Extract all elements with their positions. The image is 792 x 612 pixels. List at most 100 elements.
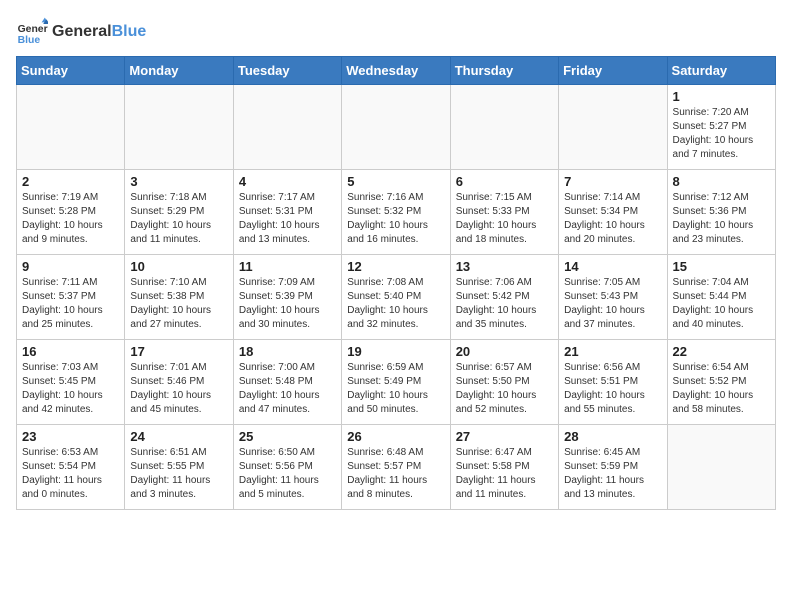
weekday-header-wednesday: Wednesday [342, 57, 450, 85]
day-number: 9 [22, 259, 119, 274]
calendar-cell: 28 Sunrise: 6:45 AM Sunset: 5:59 PM Dayli… [559, 425, 667, 510]
day-number: 10 [130, 259, 227, 274]
day-number: 11 [239, 259, 336, 274]
calendar-cell: 4 Sunrise: 7:17 AM Sunset: 5:31 PM Daylig… [233, 170, 341, 255]
calendar-cell: 11 Sunrise: 7:09 AM Sunset: 5:39 PM Dayli… [233, 255, 341, 340]
day-info: Sunrise: 7:10 AM Sunset: 5:38 PM Dayligh… [130, 276, 227, 332]
day-number: 22 [673, 344, 770, 359]
day-info: Sunrise: 6:51 AM Sunset: 5:55 PM Dayligh… [130, 446, 227, 502]
calendar-cell: 17 Sunrise: 7:01 AM Sunset: 5:46 PM Dayli… [125, 340, 233, 425]
calendar-cell: 18 Sunrise: 7:00 AM Sunset: 5:48 PM Dayli… [233, 340, 341, 425]
day-number: 3 [130, 174, 227, 189]
day-number: 17 [130, 344, 227, 359]
calendar-table: SundayMondayTuesdayWednesdayThursdayFrid… [16, 56, 776, 510]
logo-icon: General Blue [16, 16, 48, 48]
day-info: Sunrise: 7:12 AM Sunset: 5:36 PM Dayligh… [673, 191, 770, 247]
week-row-0: 1 Sunrise: 7:20 AM Sunset: 5:27 PM Daylig… [17, 85, 776, 170]
day-info: Sunrise: 7:04 AM Sunset: 5:44 PM Dayligh… [673, 276, 770, 332]
day-info: Sunrise: 7:05 AM Sunset: 5:43 PM Dayligh… [564, 276, 661, 332]
calendar-cell: 3Sunrise: 7:18 AM Sunset: 5:29 PM Daylig… [125, 170, 233, 255]
calendar-cell: 2 Sunrise: 7:19 AM Sunset: 5:28 PM Daylig… [17, 170, 125, 255]
calendar-cell: 15 Sunrise: 7:04 AM Sunset: 5:44 PM Dayli… [667, 255, 775, 340]
calendar-cell: 5 Sunrise: 7:16 AM Sunset: 5:32 PM Daylig… [342, 170, 450, 255]
calendar-cell: 1 Sunrise: 7:20 AM Sunset: 5:27 PM Daylig… [667, 85, 775, 170]
day-number: 27 [456, 429, 553, 444]
weekday-header-friday: Friday [559, 57, 667, 85]
day-info: Sunrise: 7:09 AM Sunset: 5:39 PM Dayligh… [239, 276, 336, 332]
day-number: 25 [239, 429, 336, 444]
calendar-cell: 21 Sunrise: 6:56 AM Sunset: 5:51 PM Dayli… [559, 340, 667, 425]
day-number: 6 [456, 174, 553, 189]
day-number: 12 [347, 259, 444, 274]
calendar-cell: 7 Sunrise: 7:14 AM Sunset: 5:34 PM Daylig… [559, 170, 667, 255]
week-row-2: 9 Sunrise: 7:11 AM Sunset: 5:37 PM Daylig… [17, 255, 776, 340]
calendar-cell [342, 85, 450, 170]
day-info: Sunrise: 7:08 AM Sunset: 5:40 PM Dayligh… [347, 276, 444, 332]
logo-text: GeneralBlue [52, 22, 146, 41]
day-number: 18 [239, 344, 336, 359]
day-number: 23 [22, 429, 119, 444]
day-number: 5 [347, 174, 444, 189]
calendar-cell [233, 85, 341, 170]
day-info: Sunrise: 7:15 AM Sunset: 5:33 PM Dayligh… [456, 191, 553, 247]
day-number: 4 [239, 174, 336, 189]
calendar-cell [559, 85, 667, 170]
day-number: 7 [564, 174, 661, 189]
day-info: Sunrise: 6:50 AM Sunset: 5:56 PM Dayligh… [239, 446, 336, 502]
week-row-3: 16 Sunrise: 7:03 AM Sunset: 5:45 PM Dayli… [17, 340, 776, 425]
day-info: Sunrise: 7:14 AM Sunset: 5:34 PM Dayligh… [564, 191, 661, 247]
weekday-header-tuesday: Tuesday [233, 57, 341, 85]
day-info: Sunrise: 7:11 AM Sunset: 5:37 PM Dayligh… [22, 276, 119, 332]
day-number: 16 [22, 344, 119, 359]
week-row-1: 2 Sunrise: 7:19 AM Sunset: 5:28 PM Daylig… [17, 170, 776, 255]
day-info: Sunrise: 7:00 AM Sunset: 5:48 PM Dayligh… [239, 361, 336, 417]
day-info: Sunrise: 7:03 AM Sunset: 5:45 PM Dayligh… [22, 361, 119, 417]
day-number: 14 [564, 259, 661, 274]
calendar-cell: 20 Sunrise: 6:57 AM Sunset: 5:50 PM Dayli… [450, 340, 558, 425]
calendar-cell: 10 Sunrise: 7:10 AM Sunset: 5:38 PM Dayli… [125, 255, 233, 340]
calendar-cell: 6 Sunrise: 7:15 AM Sunset: 5:33 PM Daylig… [450, 170, 558, 255]
day-info: Sunrise: 7:19 AM Sunset: 5:28 PM Dayligh… [22, 191, 119, 247]
day-number: 28 [564, 429, 661, 444]
svg-text:General: General [18, 24, 48, 35]
day-info: Sunrise: 7:01 AM Sunset: 5:46 PM Dayligh… [130, 361, 227, 417]
calendar-cell: 13 Sunrise: 7:06 AM Sunset: 5:42 PM Dayli… [450, 255, 558, 340]
day-info: Sunrise: 6:56 AM Sunset: 5:51 PM Dayligh… [564, 361, 661, 417]
calendar-cell [125, 85, 233, 170]
day-number: 15 [673, 259, 770, 274]
svg-text:Blue: Blue [18, 35, 41, 46]
day-number: 13 [456, 259, 553, 274]
calendar-cell [667, 425, 775, 510]
day-info: Sunrise: 6:48 AM Sunset: 5:57 PM Dayligh… [347, 446, 444, 502]
day-info: Sunrise: 6:53 AM Sunset: 5:54 PM Dayligh… [22, 446, 119, 502]
weekday-header-monday: Monday [125, 57, 233, 85]
weekday-header-saturday: Saturday [667, 57, 775, 85]
calendar-cell: 19Sunrise: 6:59 AM Sunset: 5:49 PM Dayli… [342, 340, 450, 425]
weekday-header-thursday: Thursday [450, 57, 558, 85]
calendar-cell: 9 Sunrise: 7:11 AM Sunset: 5:37 PM Daylig… [17, 255, 125, 340]
day-number: 20 [456, 344, 553, 359]
calendar-cell: 16 Sunrise: 7:03 AM Sunset: 5:45 PM Dayli… [17, 340, 125, 425]
day-info: Sunrise: 7:16 AM Sunset: 5:32 PM Dayligh… [347, 191, 444, 247]
calendar-cell: 25 Sunrise: 6:50 AM Sunset: 5:56 PM Dayli… [233, 425, 341, 510]
day-number: 21 [564, 344, 661, 359]
day-number: 1 [673, 89, 770, 104]
page-header: General Blue GeneralBlue [16, 16, 776, 48]
calendar-cell: 12 Sunrise: 7:08 AM Sunset: 5:40 PM Dayli… [342, 255, 450, 340]
week-row-4: 23 Sunrise: 6:53 AM Sunset: 5:54 PM Dayli… [17, 425, 776, 510]
day-number: 24 [130, 429, 227, 444]
calendar-cell [17, 85, 125, 170]
day-info: Sunrise: 7:06 AM Sunset: 5:42 PM Dayligh… [456, 276, 553, 332]
calendar-header-row: SundayMondayTuesdayWednesdayThursdayFrid… [17, 57, 776, 85]
day-number: 26 [347, 429, 444, 444]
day-info: Sunrise: 6:59 AM Sunset: 5:49 PM Dayligh… [347, 361, 444, 417]
day-info: Sunrise: 6:45 AM Sunset: 5:59 PM Dayligh… [564, 446, 661, 502]
calendar-cell: 27Sunrise: 6:47 AM Sunset: 5:58 PM Dayli… [450, 425, 558, 510]
day-info: Sunrise: 6:54 AM Sunset: 5:52 PM Dayligh… [673, 361, 770, 417]
day-info: Sunrise: 7:17 AM Sunset: 5:31 PM Dayligh… [239, 191, 336, 247]
calendar-cell [450, 85, 558, 170]
day-number: 8 [673, 174, 770, 189]
day-info: Sunrise: 7:20 AM Sunset: 5:27 PM Dayligh… [673, 106, 770, 162]
day-number: 2 [22, 174, 119, 189]
day-info: Sunrise: 6:57 AM Sunset: 5:50 PM Dayligh… [456, 361, 553, 417]
